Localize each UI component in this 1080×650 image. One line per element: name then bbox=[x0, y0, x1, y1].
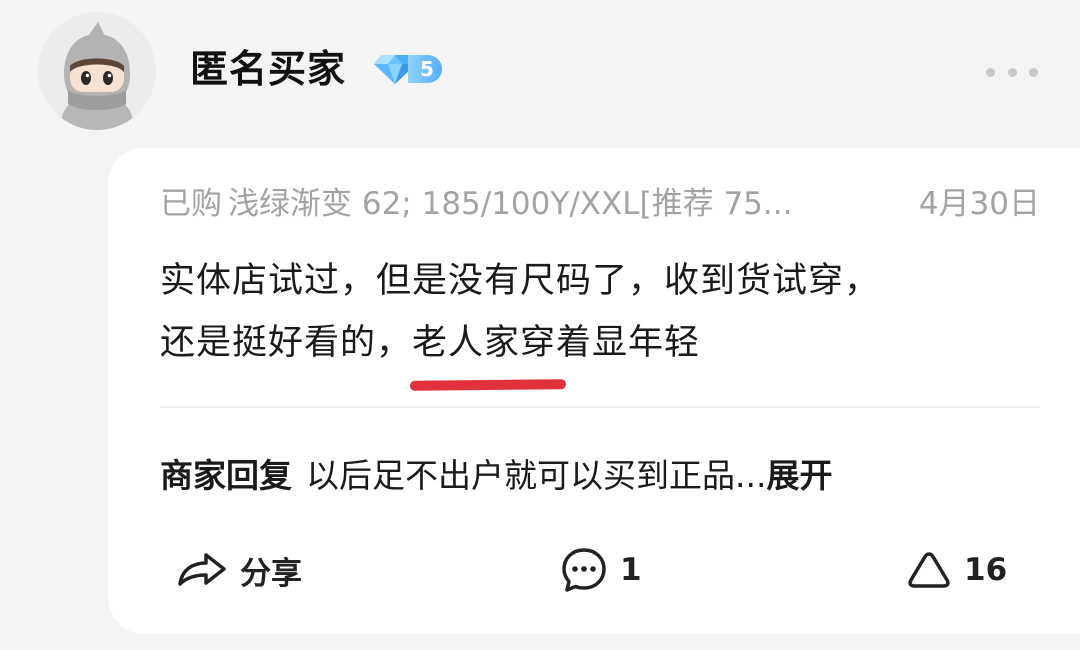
review-card: 已购 浅绿渐变 62; 185/100Y/XXL[推荐 75... 4月30日 实… bbox=[108, 148, 1080, 634]
more-options-icon[interactable] bbox=[986, 62, 1038, 82]
share-label: 分享 bbox=[240, 555, 302, 592]
avatar[interactable] bbox=[38, 12, 156, 130]
highlighted-phrase: 老人家穿 bbox=[412, 312, 556, 374]
review-header: 匿名买家 5 bbox=[0, 0, 1080, 140]
review-text: 实体店试过，但是没有尺码了，收到货试穿， 还是挺好看的，老人家穿着显年轻 bbox=[160, 250, 1040, 374]
purchased-label: 已购 bbox=[160, 186, 222, 222]
expand-button[interactable]: 展开 bbox=[766, 456, 832, 495]
share-button[interactable]: 分享 bbox=[176, 540, 302, 600]
like-count: 16 bbox=[964, 552, 1008, 588]
anonymous-avatar-icon bbox=[38, 12, 156, 130]
purchase-spec: 浅绿渐变 62; 185/100Y/XXL[推荐 75... bbox=[228, 186, 793, 222]
comment-bubble-icon bbox=[562, 548, 606, 592]
level-badge: 5 bbox=[372, 52, 442, 86]
triangle-like-icon bbox=[908, 552, 950, 588]
merchant-reply-label: 商家回复 bbox=[160, 456, 292, 495]
divider bbox=[160, 406, 1040, 408]
purchase-info: 已购 浅绿渐变 62; 185/100Y/XXL[推荐 75... 4月30日 bbox=[160, 182, 1040, 226]
merchant-reply-text: 以后足不出户就可以买到正品... bbox=[306, 456, 767, 495]
review-date: 4月30日 bbox=[918, 186, 1040, 222]
review-text-line: 实体店试过，但是没有尺码了，收到货试穿， bbox=[160, 261, 881, 301]
comment-count: 1 bbox=[620, 552, 642, 588]
username[interactable]: 匿名买家 bbox=[190, 44, 346, 94]
review-text-line: 还是挺好看的，老人家穿着显年轻 bbox=[160, 312, 1040, 374]
action-bar: 分享 1 16 bbox=[108, 540, 1080, 600]
merchant-reply[interactable]: 商家回复 以后足不出户就可以买到正品...展开 bbox=[160, 448, 1040, 504]
level-number: 5 bbox=[408, 55, 442, 83]
review-text-segment: 还是挺好看的， bbox=[160, 323, 413, 363]
review-text-segment: 着显年轻 bbox=[556, 323, 701, 363]
comment-button[interactable]: 1 bbox=[560, 540, 642, 600]
like-button[interactable]: 16 bbox=[906, 540, 1007, 600]
share-arrow-icon bbox=[178, 553, 226, 586]
